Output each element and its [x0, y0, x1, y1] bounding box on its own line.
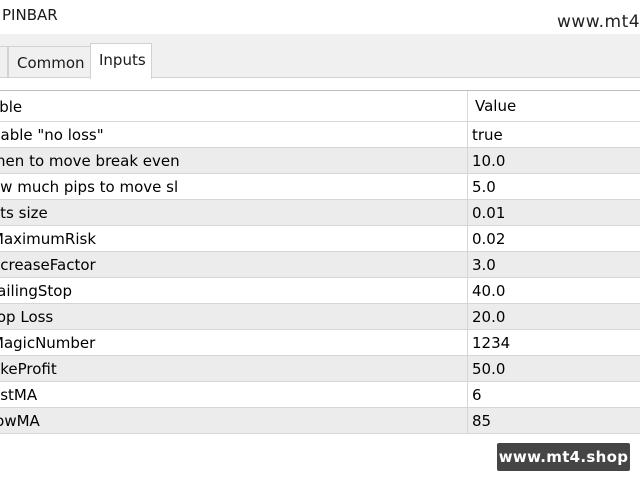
variable-value[interactable]: 1234: [467, 330, 640, 356]
table-row[interactable]: MagicNumber 1234: [0, 330, 640, 356]
variable-name: lowMA: [0, 412, 40, 430]
title-bar: PINBAR www.mt4.: [0, 0, 640, 34]
tab-partial[interactable]: [0, 46, 8, 78]
table-row[interactable]: astMA 6: [0, 382, 640, 408]
ea-properties-window: PINBAR www.mt4. Common Inputs able Value…: [0, 0, 640, 480]
variable-value[interactable]: 0.01: [467, 200, 640, 226]
variable-name: ots size: [0, 204, 48, 222]
table-row[interactable]: railingStop 40.0: [0, 278, 640, 304]
column-header-value[interactable]: Value: [467, 91, 640, 121]
variable-value[interactable]: 10.0: [467, 148, 640, 174]
inputs-grid: able Value nable "no loss" true /hen to …: [0, 90, 640, 434]
inputs-panel: able Value nable "no loss" true /hen to …: [0, 77, 640, 480]
variable-name: railingStop: [0, 282, 72, 300]
table-row[interactable]: ots size 0.01: [0, 200, 640, 226]
table-row[interactable]: ecreaseFactor 3.0: [0, 252, 640, 278]
table-row[interactable]: /hen to move break even 10.0: [0, 148, 640, 174]
variable-value[interactable]: 20.0: [467, 304, 640, 330]
watermark-text: www.mt4.: [557, 12, 640, 32]
variable-value[interactable]: 6: [467, 382, 640, 408]
variable-value[interactable]: 85: [467, 408, 640, 434]
variable-name: astMA: [0, 386, 38, 404]
table-row[interactable]: MaximumRisk 0.02: [0, 226, 640, 252]
variable-value[interactable]: true: [467, 122, 640, 148]
table-row[interactable]: akeProfit 50.0: [0, 356, 640, 382]
variable-value[interactable]: 50.0: [467, 356, 640, 382]
variable-value[interactable]: 3.0: [467, 252, 640, 278]
tab-strip: Common Inputs: [0, 34, 640, 79]
column-header-variable[interactable]: able: [0, 98, 22, 116]
variable-name: /hen to move break even: [0, 152, 180, 170]
table-row[interactable]: nable "no loss" true: [0, 122, 640, 148]
variable-name: top Loss: [0, 308, 54, 326]
variable-value[interactable]: 0.02: [467, 226, 640, 252]
table-row[interactable]: ow much pips to move sl 5.0: [0, 174, 640, 200]
table-row[interactable]: top Loss 20.0: [0, 304, 640, 330]
variable-name: MagicNumber: [0, 334, 96, 352]
variable-name: nable "no loss": [0, 126, 104, 144]
variable-name: ecreaseFactor: [0, 256, 96, 274]
variable-name: akeProfit: [0, 360, 57, 378]
variable-value[interactable]: 5.0: [467, 174, 640, 200]
grid-header: able Value: [0, 91, 640, 122]
tab-common[interactable]: Common: [8, 46, 92, 78]
tab-inputs[interactable]: Inputs: [90, 43, 152, 79]
watermark-badge: www.mt4.shop: [497, 443, 630, 471]
variable-value[interactable]: 40.0: [467, 278, 640, 304]
variable-name: ow much pips to move sl: [0, 178, 179, 196]
table-row[interactable]: lowMA 85: [0, 408, 640, 434]
variable-name: MaximumRisk: [0, 230, 96, 248]
window-title: PINBAR: [2, 6, 58, 24]
